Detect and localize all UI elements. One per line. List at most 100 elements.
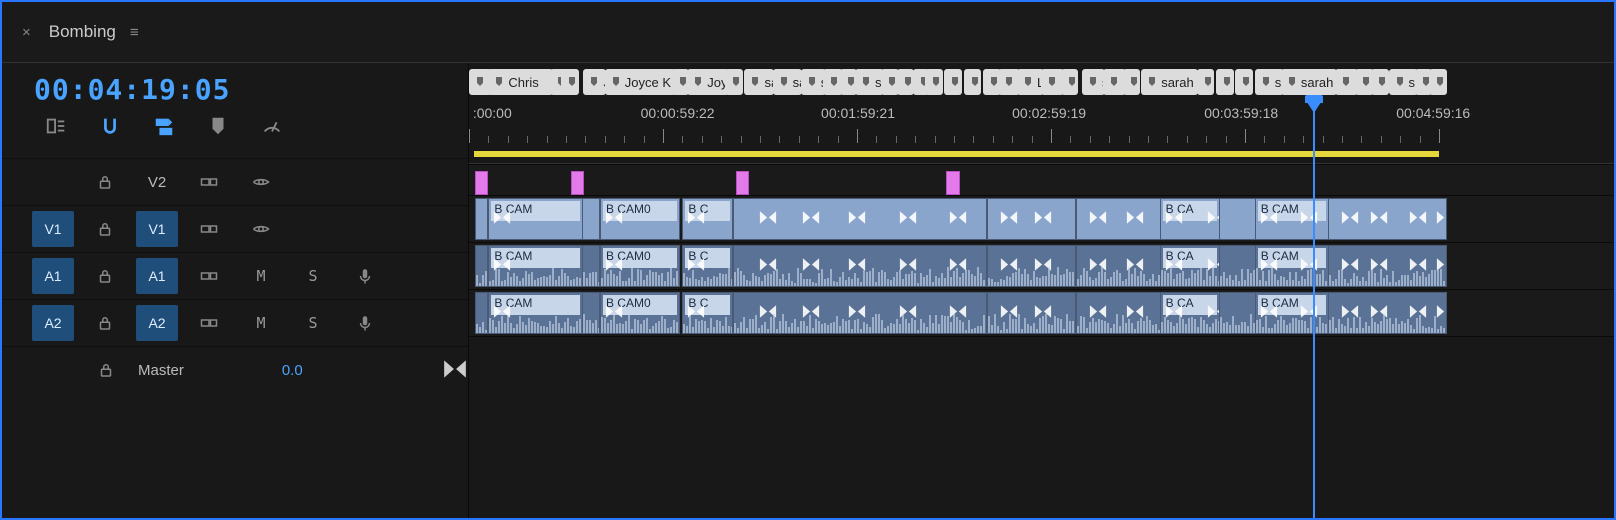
clip[interactable]: B C [682,292,733,334]
eye-icon[interactable] [247,215,275,243]
mute-button[interactable]: M [256,314,265,332]
playhead[interactable] [1313,101,1315,518]
track-target-a2[interactable]: A2 [136,305,178,341]
marker-chip[interactable] [897,69,915,95]
clip[interactable] [1076,245,1160,287]
sequence-title[interactable]: Bombing [49,22,116,42]
marker-chip[interactable]: Joyce K [605,69,676,95]
mute-button[interactable]: M [256,267,265,285]
clip[interactable] [1219,198,1256,240]
work-area-bar[interactable] [474,151,1439,157]
clip[interactable]: B CA [1160,198,1220,240]
linked-selection-icon[interactable] [152,114,176,138]
track-target-v1[interactable]: V1 [136,211,178,247]
clip[interactable] [733,292,987,334]
clip[interactable] [946,171,960,195]
time-ruler[interactable]: :00:0000:00:59:2200:01:59:2100:02:59:190… [469,101,1614,164]
lock-icon[interactable] [91,215,119,243]
solo-button[interactable]: S [308,314,317,332]
marker-chip[interactable] [1123,69,1141,95]
sync-lock-icon[interactable] [195,168,223,196]
timeline-body[interactable]: CChrisJJoyce KJoysasasssaLLiLsssarahsasa… [469,63,1614,518]
clip[interactable]: B C [682,245,733,287]
clip[interactable] [987,292,1076,334]
marker-chip[interactable]: sarah [1141,69,1198,95]
marker-chip[interactable] [725,69,743,95]
voiceover-icon[interactable] [351,262,379,290]
marker-chip[interactable]: s [1082,69,1105,95]
current-timecode[interactable]: 00:04:19:05 [34,73,230,106]
track-label-v2[interactable]: V2 [148,174,166,191]
voiceover-icon[interactable] [351,309,379,337]
track-target-a1[interactable]: A1 [136,258,178,294]
clip[interactable] [1076,198,1160,240]
lock-icon[interactable] [91,262,119,290]
marker-chip[interactable]: sarah [1281,69,1338,95]
clip[interactable] [582,292,600,334]
marker-chip[interactable]: sa [1255,69,1284,95]
marker-chip[interactable] [1429,69,1447,95]
clip[interactable]: B CAM0 [600,245,680,287]
source-patch-a1[interactable]: A1 [32,258,74,294]
clip[interactable] [475,245,489,287]
clip[interactable] [1328,198,1446,240]
clip[interactable]: B CAM0 [600,198,680,240]
eye-icon[interactable] [247,168,275,196]
snap-icon[interactable] [98,114,122,138]
source-patch-v1[interactable]: V1 [32,211,74,247]
clip[interactable]: B CA [1160,245,1220,287]
marker-chip[interactable] [944,69,962,95]
lock-icon[interactable] [91,168,119,196]
clip[interactable]: B CAM [1255,245,1330,287]
settings-icon[interactable] [260,114,284,138]
sync-lock-icon[interactable] [195,262,223,290]
marker-icon[interactable] [206,114,230,138]
marker-chip[interactable] [1197,69,1215,95]
lock-icon[interactable] [91,309,119,337]
lock-icon[interactable] [92,356,120,384]
marker-chip[interactable]: sa [1389,69,1418,95]
master-value[interactable]: 0.0 [282,362,303,379]
sync-lock-icon[interactable] [195,309,223,337]
solo-button[interactable]: S [308,267,317,285]
marker-chip[interactable]: J [583,69,606,95]
clip[interactable] [1219,245,1256,287]
track-lane-a2[interactable]: B CAMB CAM0B CB CAB CAM [469,289,1614,336]
clip[interactable] [987,198,1076,240]
clip[interactable] [1076,292,1160,334]
clip[interactable]: B CAM [488,245,582,287]
source-patch-a2[interactable]: A2 [32,305,74,341]
nest-icon[interactable] [44,114,68,138]
marker-chip[interactable] [1216,69,1234,95]
marker-chip[interactable] [561,69,579,95]
clip[interactable] [475,292,489,334]
clip[interactable] [733,245,987,287]
clip[interactable] [736,171,750,195]
marker-chip[interactable] [925,69,943,95]
marker-chip[interactable]: sa [773,69,802,95]
clip[interactable] [582,245,600,287]
marker-chip[interactable] [1235,69,1253,95]
marker-chip[interactable]: Joy [687,69,729,95]
clip[interactable] [1328,245,1446,287]
clip[interactable]: B C [682,198,733,240]
clip[interactable] [987,245,1076,287]
clip[interactable] [582,198,600,240]
marker-chip[interactable]: sa [855,69,884,95]
clip[interactable]: B CAM [1255,292,1330,334]
sync-lock-icon[interactable] [195,215,223,243]
close-icon[interactable]: × [22,24,31,41]
marker-chip[interactable] [964,69,982,95]
clip[interactable] [1219,292,1256,334]
clip[interactable]: B CAM0 [600,292,680,334]
clip[interactable] [475,198,489,240]
clip[interactable]: B CAM [488,198,582,240]
marker-chip[interactable] [1061,69,1079,95]
clip[interactable] [733,198,987,240]
clip[interactable] [1328,292,1446,334]
clip[interactable]: B CAM [1255,198,1330,240]
marker-chip[interactable]: Chris [488,69,552,95]
track-lane-v2[interactable] [469,164,1614,195]
clip[interactable]: B CA [1160,292,1220,334]
track-lane-v1[interactable]: B CAM B CAM0B C B CA B CAM [469,195,1614,242]
